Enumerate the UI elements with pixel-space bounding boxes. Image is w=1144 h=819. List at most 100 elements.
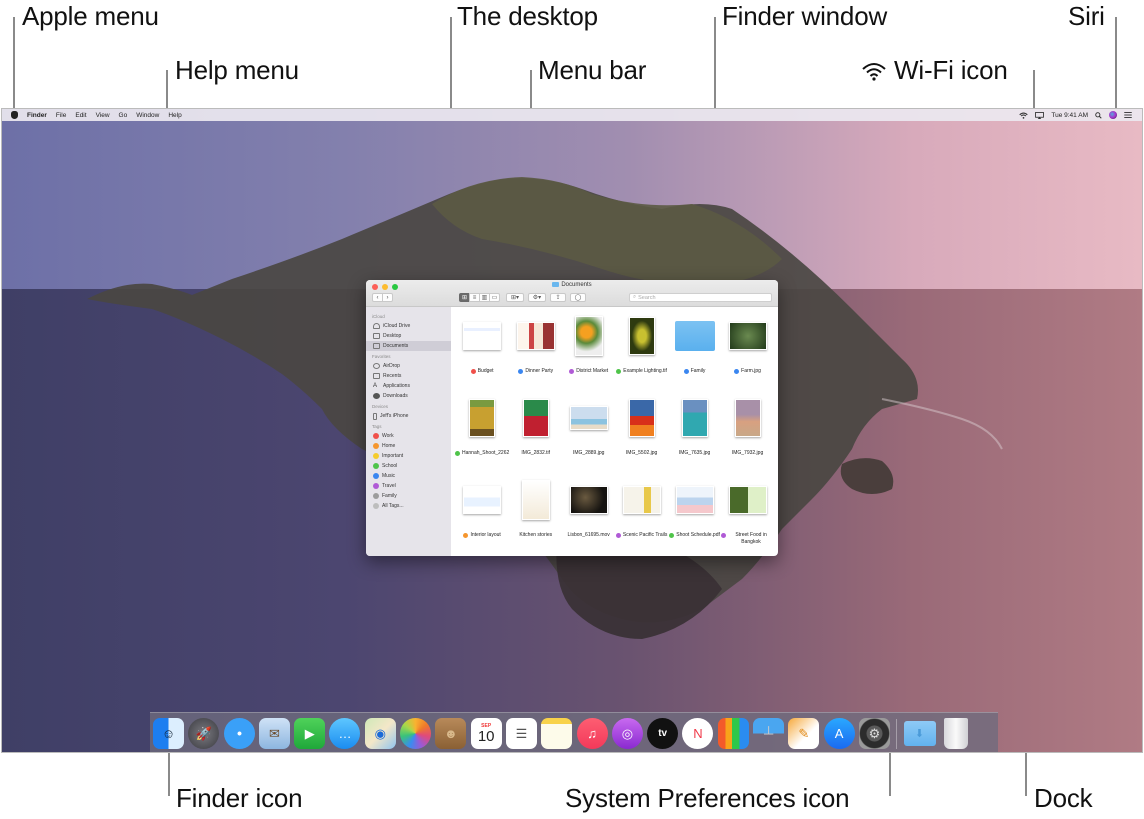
search-field[interactable]: ⌕ Search: [629, 293, 772, 302]
desktop[interactable]: Finder File Edit View Go Window Help Tue…: [1, 108, 1143, 753]
file-item-img-2832-tif[interactable]: IMG_2832.tif: [509, 395, 562, 477]
gallery-view-button[interactable]: ▭: [489, 293, 500, 302]
file-item-kitchen-stories[interactable]: Kitchen stories: [509, 477, 562, 556]
sidebar-item-downloads[interactable]: Downloads: [366, 391, 451, 401]
menu-app-name[interactable]: Finder: [27, 112, 47, 119]
file-name-row: Farm.jpg: [734, 368, 761, 375]
file-item-interior-layout[interactable]: Interior layout: [455, 477, 509, 556]
file-item-district-market[interactable]: District Market: [562, 313, 615, 395]
facetime-icon[interactable]: ▶: [294, 718, 326, 749]
photos-icon[interactable]: [400, 718, 432, 749]
numbers-icon[interactable]: [717, 718, 749, 749]
file-item-img-7932-jpg[interactable]: IMG_7932.jpg: [721, 395, 774, 477]
sidebar-item-recents[interactable]: Recents: [366, 371, 451, 381]
desktop-icon: [373, 333, 380, 339]
file-item-farm-jpg[interactable]: Farm.jpg: [721, 313, 774, 395]
sidebar-tag-travel[interactable]: Travel: [366, 481, 451, 491]
wifi-status-icon[interactable]: [1019, 112, 1029, 119]
finder-titlebar[interactable]: Documents ‹ › ⊞ ≡ ▥ ▭ ⊞▾ ⚙▾ ⇪ ◯ ⌕ Search: [366, 280, 778, 307]
file-item-lisbon-61695-mov[interactable]: Lisbon_61695.mov: [562, 477, 615, 556]
airplay-icon[interactable]: [1035, 111, 1045, 119]
notes-icon[interactable]: [541, 718, 573, 749]
file-item-family[interactable]: Family: [668, 313, 721, 395]
reminders-icon[interactable]: ☰: [505, 718, 537, 749]
sidebar-item-airdrop[interactable]: AirDrop: [366, 361, 451, 371]
callout-help-menu: Help menu: [175, 55, 299, 85]
folder-icon: [552, 282, 560, 287]
file-tag-dot: [518, 369, 524, 374]
sidebar-tag-all-tags[interactable]: All Tags...: [366, 501, 451, 511]
apple-menu-icon[interactable]: [11, 111, 18, 119]
notification-center-icon[interactable]: [1124, 112, 1132, 118]
siri-icon[interactable]: [1109, 111, 1117, 119]
menu-help[interactable]: Help: [168, 112, 181, 119]
sidebar-tag-family[interactable]: Family: [366, 491, 451, 501]
file-item-hannah-shoot-2262[interactable]: Hannah_Shoot_2262: [455, 395, 509, 477]
menu-file[interactable]: File: [56, 112, 66, 119]
file-thumbnail: [675, 477, 714, 523]
downloads-folder-icon[interactable]: ⬇: [903, 721, 936, 746]
tv-icon[interactable]: tv: [647, 718, 679, 749]
maps-glyph: ◉: [374, 725, 386, 741]
sidebar-tag-label: Home: [382, 443, 396, 449]
sidebar-item-iphone[interactable]: Jeff's iPhone: [366, 411, 451, 421]
launchpad-glyph: 🚀: [195, 725, 212, 741]
finder-sidebar: iCloud iCloud Drive Desktop Documents Fa…: [366, 307, 451, 556]
sidebar-tag-music[interactable]: Music: [366, 471, 451, 481]
file-item-example-lighting-tif[interactable]: Example Lighting.tif: [615, 313, 668, 395]
file-item-dinner-party[interactable]: Dinner Party: [509, 313, 562, 395]
sidebar-item-desktop[interactable]: Desktop: [366, 331, 451, 341]
edit-tags-button[interactable]: ◯: [570, 293, 586, 302]
sidebar-tag-work[interactable]: Work: [366, 431, 451, 441]
file-item-street-food-in-bangkok[interactable]: Street Food in Bangkok: [721, 477, 774, 556]
news-icon[interactable]: N: [682, 718, 714, 749]
spotlight-icon[interactable]: [1095, 111, 1102, 119]
file-item-scenic-pacific-trails[interactable]: Scenic Pacific Trails: [615, 477, 668, 556]
menu-go[interactable]: Go: [119, 112, 128, 119]
sidebar-tag-school[interactable]: School: [366, 461, 451, 471]
file-thumbnail: [628, 313, 655, 359]
maps-icon[interactable]: ◉: [364, 718, 396, 749]
messages-icon[interactable]: …: [329, 718, 361, 749]
calendar-icon[interactable]: SEP 10: [470, 718, 502, 749]
group-button[interactable]: ⊞▾: [506, 293, 524, 302]
file-item-img-2889-jpg[interactable]: IMG_2889.jpg: [562, 395, 615, 477]
file-name: District Market: [576, 368, 609, 374]
menu-clock[interactable]: Tue 9:41 AM: [1051, 112, 1088, 119]
podcasts-icon[interactable]: ◎: [611, 718, 643, 749]
thumbnail-image: [522, 399, 549, 437]
share-button[interactable]: ⇪: [550, 293, 566, 302]
forward-button[interactable]: ›: [382, 293, 393, 302]
menu-view[interactable]: View: [96, 112, 110, 119]
safari-icon[interactable]: [223, 718, 255, 749]
sidebar-item-documents[interactable]: Documents: [366, 341, 451, 351]
file-grid: Budget Dinner Party District Market Example…: [451, 307, 778, 556]
sidebar-item-icloud-drive[interactable]: iCloud Drive: [366, 321, 451, 331]
documents-icon: [373, 343, 380, 349]
menu-window[interactable]: Window: [136, 112, 159, 119]
keynote-icon[interactable]: ┴: [753, 718, 785, 749]
finder-icon[interactable]: ☺: [153, 718, 184, 749]
launchpad-icon[interactable]: 🚀: [188, 718, 220, 749]
finder-window[interactable]: Documents ‹ › ⊞ ≡ ▥ ▭ ⊞▾ ⚙▾ ⇪ ◯ ⌕ Search…: [366, 280, 778, 556]
trash-icon[interactable]: [943, 718, 968, 749]
search-placeholder: Search: [638, 294, 656, 301]
action-gear-button[interactable]: ⚙▾: [528, 293, 546, 302]
file-name: Interior layout: [470, 532, 501, 538]
pages-icon[interactable]: ✎: [788, 718, 820, 749]
keynote-glyph: ┴: [763, 726, 774, 741]
app-store-icon[interactable]: A: [823, 718, 855, 749]
callout-siri: Siri: [1068, 1, 1105, 31]
file-item-img-7635-jpg[interactable]: IMG_7635.jpg: [668, 395, 721, 477]
sidebar-item-applications[interactable]: A Applications: [366, 381, 451, 391]
music-icon[interactable]: ♫: [576, 718, 608, 749]
sidebar-tag-home[interactable]: Home: [366, 441, 451, 451]
file-item-img-5502-jpg[interactable]: IMG_5502.jpg: [615, 395, 668, 477]
contacts-icon[interactable]: ☻: [435, 718, 467, 749]
system-preferences-icon[interactable]: ⚙: [858, 718, 890, 749]
menu-edit[interactable]: Edit: [75, 112, 86, 119]
file-item-budget[interactable]: Budget: [455, 313, 509, 395]
file-item-shoot-schedule-pdf[interactable]: Shoot Schedule.pdf: [668, 477, 721, 556]
sidebar-tag-important[interactable]: Important: [366, 451, 451, 461]
mail-icon[interactable]: ✉: [258, 718, 290, 749]
